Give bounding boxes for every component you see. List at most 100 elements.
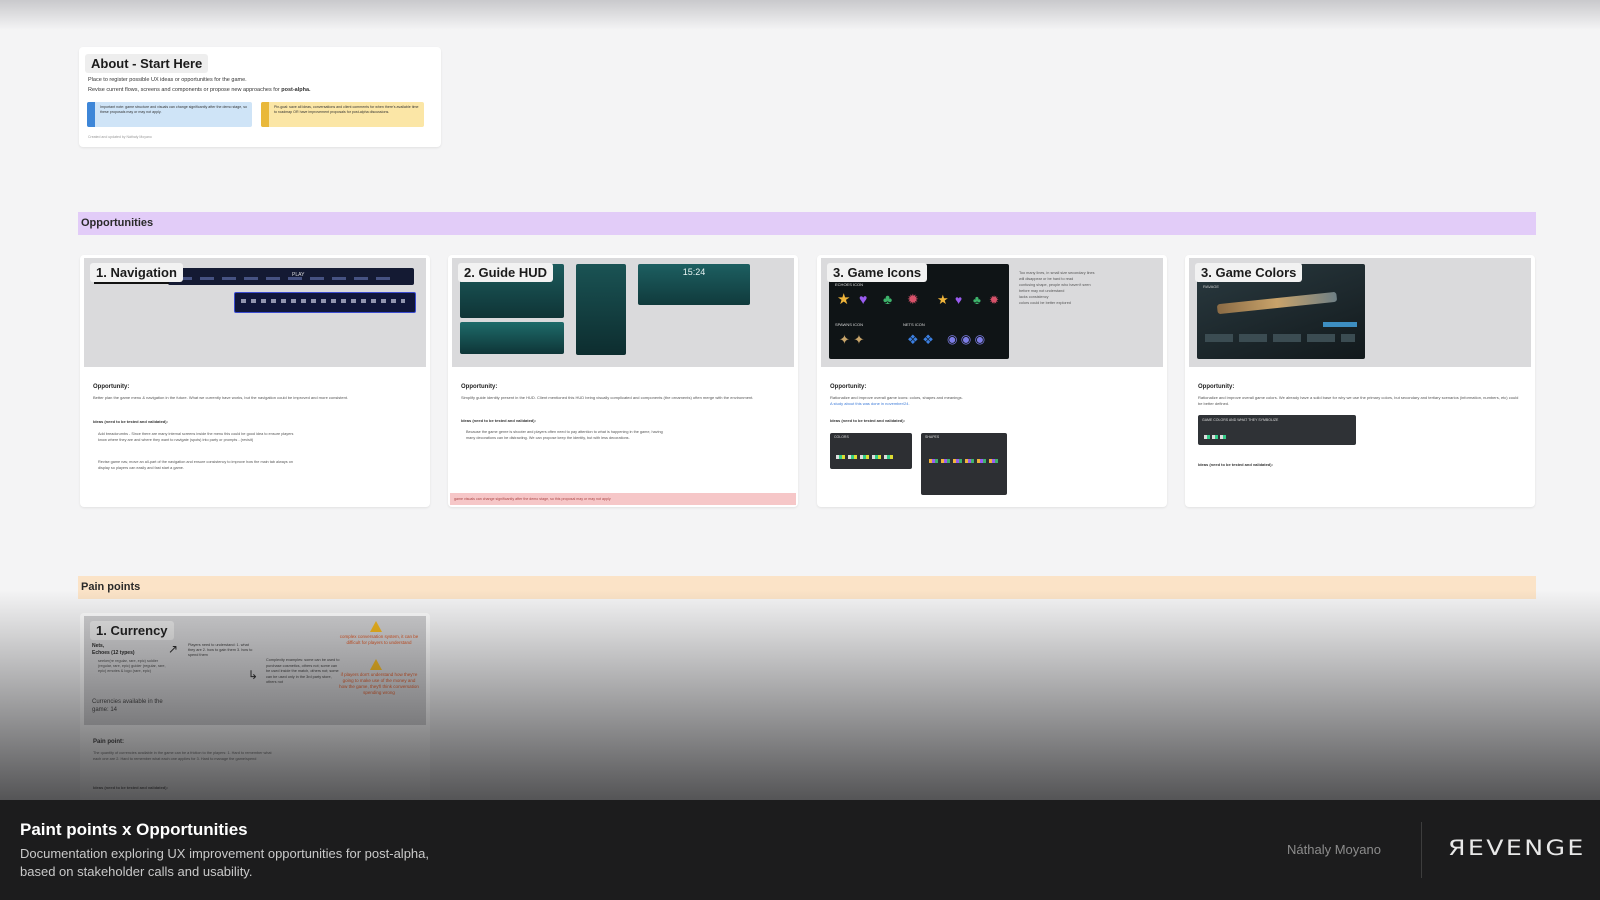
- game-colors-ideas-label: Ideas (need to be tested and validated):: [1198, 462, 1273, 467]
- game-colors-opportunity-label: Opportunity:: [1198, 384, 1235, 390]
- tree-small-icon: ♣: [973, 293, 981, 307]
- hud-timer-screenshot: 15:24: [638, 264, 750, 305]
- tree-icon: ♣: [883, 291, 893, 307]
- nets-icon: ❖ ❖: [907, 332, 934, 347]
- navigation-opportunity-text: Better plan the game menu & navigation i…: [93, 395, 349, 400]
- about-credit: Created and updated by Náthaly Moyano: [88, 135, 152, 139]
- pain-ideas-label: Ideas (need to be tested and validated):: [93, 785, 168, 790]
- navigation-card[interactable]: PLAY 1. Navigation Opportunity: Better p…: [80, 255, 430, 507]
- gear-icon: ✹: [907, 291, 919, 307]
- pain-point-label: Pain point:: [93, 739, 124, 745]
- top-fade: [0, 0, 1600, 30]
- guide-hud-card[interactable]: 15:24 2. Guide HUD Opportunity: Simplify…: [448, 255, 798, 507]
- star-icon: ★: [837, 291, 851, 308]
- heart-small-icon: ♥: [955, 293, 963, 307]
- hud-screenshot-3: [576, 264, 626, 355]
- game-icons-opportunity-label: Opportunity:: [830, 384, 867, 390]
- footer-author: Náthaly Moyano: [1287, 842, 1381, 857]
- footer-title: Paint points x Opportunities: [20, 820, 248, 839]
- game-colors-preview: RAVAGE 3. Game Colors: [1189, 258, 1531, 367]
- heart-icon: ♥: [859, 291, 868, 307]
- navigation-preview: PLAY 1. Navigation: [84, 258, 426, 367]
- warning-icon: [370, 621, 382, 632]
- ring-icon: ◉ ◉ ◉: [947, 332, 986, 346]
- opportunities-section-header: Opportunities: [78, 212, 1536, 235]
- about-line-1: Place to register possible UX ideas or o…: [88, 77, 247, 83]
- currency-need: Players need to understand: 1. what they…: [188, 643, 253, 657]
- game-icons-ideas-label: Ideas (need to be tested and validated):: [830, 418, 905, 423]
- echoes-icon-label: ECHOES ICON: [835, 282, 864, 287]
- currency-list: Nets, Echoes (12 types): [92, 643, 135, 657]
- gear-small-icon: ✹: [989, 293, 1000, 307]
- currency-warning-2: if players don't understand how they're …: [339, 672, 419, 695]
- star-small-icon: ★: [937, 292, 949, 307]
- warning-callout: Pin-goal: save all ideas, conversations …: [261, 102, 424, 127]
- currency-available: Currencies available in the game: 14: [92, 699, 163, 713]
- navigation-ideas-label: Ideas (need to be tested and validated):: [93, 419, 168, 424]
- guide-hud-title: 2. Guide HUD: [458, 263, 554, 282]
- game-colors-card[interactable]: RAVAGE 3. Game Colors Opportunity: Ratio…: [1185, 255, 1535, 507]
- game-icons-preview: ECHOES ICON ★ ♥ ♣ ✹ ★ ♥ ♣ ✹ SPAWNS ICON …: [821, 258, 1163, 367]
- guide-hud-bullet-1: Because the game genre is shooter and pl…: [466, 430, 663, 440]
- spawns-icon-label: SPAWNS ICON: [835, 322, 864, 327]
- arrow-icon: ↗: [168, 642, 179, 656]
- colors-thumbnail: COLORS: [830, 433, 912, 469]
- spawn-icon: ✦ ✦: [839, 332, 865, 347]
- colors-table-thumbnail: GAME COLORS AND WHAT THEY SYMBOLIZE: [1198, 415, 1356, 445]
- game-icons-study-link[interactable]: A study about this was done in november/…: [830, 401, 1153, 407]
- navigation-bullet-1: Add breadcrumbs - Since there are many i…: [98, 432, 294, 442]
- pain-point-text: The quantity of currencies available in …: [93, 751, 272, 761]
- footer-bar: Paint points x Opportunities Documentati…: [0, 800, 1600, 900]
- currency-title: 1. Currency: [90, 621, 174, 640]
- currency-examples: Complexity examples: some can be used to…: [266, 658, 340, 684]
- currency-item-echoes: Echoes (12 types): [92, 650, 135, 656]
- side-note-1: Too many lines, in small size secondary …: [1019, 271, 1095, 281]
- about-title: About - Start Here: [85, 54, 209, 73]
- about-line-2-text: Revise current flows, screens and compon…: [88, 87, 282, 93]
- footer-description: Documentation exploring UX improvement o…: [20, 846, 429, 879]
- nets-icon-label: NETS ICON: [903, 322, 925, 327]
- info-callout-text: Important note: game structure and visua…: [100, 105, 248, 114]
- side-note-2: confusing shape, people who haven't seen…: [1019, 283, 1091, 293]
- footer-divider: [1421, 822, 1422, 878]
- navigation-title: 1. Navigation: [90, 263, 183, 282]
- colors-table-label: GAME COLORS AND WHAT THEY SYMBOLIZE: [1202, 418, 1279, 422]
- nav-sub-screenshot: [234, 292, 416, 313]
- side-note-4: colors could be better explored: [1019, 301, 1071, 305]
- info-icon: [87, 102, 95, 127]
- navigation-bullet-2: Revise game nav, move an all-part of the…: [98, 460, 293, 470]
- colors-thumb-label: COLORS: [834, 435, 849, 439]
- guide-hud-opportunity-label: Opportunity:: [461, 384, 498, 390]
- icons-side-notes: Too many lines, in small size secondary …: [1019, 270, 1099, 306]
- warning-icon-2: [370, 659, 382, 670]
- revenge-logo: ЯEVENGE: [1448, 836, 1586, 860]
- hud-screenshot-2: [460, 322, 564, 354]
- pain-points-section-header: Pain points: [78, 576, 1536, 599]
- shapes-thumbnail: SHAPES: [921, 433, 1007, 495]
- game-colors-title: 3. Game Colors: [1195, 263, 1303, 282]
- about-line-2: Revise current flows, screens and compon…: [88, 87, 311, 93]
- pin-icon: [261, 102, 269, 127]
- game-icons-card[interactable]: ECHOES ICON ★ ♥ ♣ ✹ ★ ♥ ♣ ✹ SPAWNS ICON …: [817, 255, 1167, 507]
- navigation-opportunity-label: Opportunity:: [93, 384, 130, 390]
- arrow-down-icon: ↳: [248, 668, 259, 682]
- warning-callout-text: Pin-goal: save all ideas, conversations …: [274, 105, 419, 114]
- shapes-thumb-label: SHAPES: [925, 435, 940, 439]
- info-callout: Important note: game structure and visua…: [87, 102, 252, 127]
- rifle-icon: [1216, 291, 1338, 315]
- nav-bar-screenshot: PLAY: [168, 268, 414, 285]
- game-colors-opportunity-text: Rationalize and improve overall game col…: [1198, 395, 1519, 406]
- guide-hud-note: game visuals can change significantly af…: [450, 493, 796, 505]
- currency-types: seeker(re regular, rare, epic) soldier (…: [98, 659, 166, 673]
- guide-hud-opportunity-text: Simplify guide identity present in the H…: [461, 395, 754, 400]
- about-card[interactable]: About - Start Here Place to register pos…: [79, 47, 441, 147]
- weapon-label: RAVAGE: [1203, 284, 1220, 289]
- about-line-2-bold: post-alpha.: [281, 87, 311, 93]
- game-icons-title: 3. Game Icons: [827, 263, 928, 282]
- currency-warning-1: complex conversation system, it can be d…: [339, 634, 419, 645]
- currency-preview: 1. Currency Nets, Echoes (12 types) seek…: [84, 616, 426, 725]
- guide-hud-preview: 15:24 2. Guide HUD: [452, 258, 794, 367]
- currency-card[interactable]: 1. Currency Nets, Echoes (12 types) seek…: [80, 613, 430, 803]
- guide-hud-ideas-label: Ideas (need to be tested and validated):: [461, 418, 536, 423]
- hud-timer: 15:24: [682, 267, 706, 277]
